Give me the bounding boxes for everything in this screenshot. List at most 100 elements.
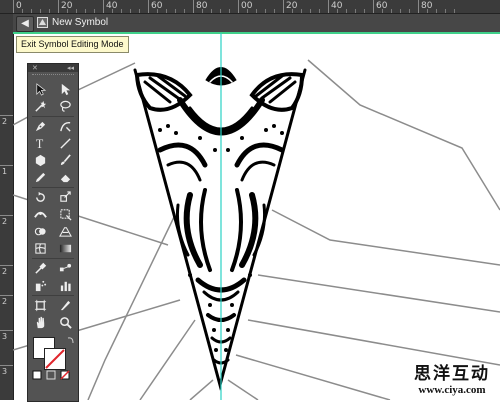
collapse-icon[interactable]: ◂◂ — [67, 64, 74, 72]
swap-fill-stroke-icon[interactable] — [67, 336, 75, 344]
ruler-minor-tick — [211, 9, 212, 13]
tool-row — [28, 81, 78, 98]
tool-row — [28, 118, 78, 135]
direct-selection-tool[interactable] — [56, 82, 76, 98]
lasso-tool[interactable] — [56, 99, 76, 115]
ruler-major-tick — [283, 0, 284, 13]
type-icon: T — [36, 137, 44, 150]
ruler-minor-tick — [265, 9, 266, 13]
perspective-grid-tool[interactable] — [56, 224, 76, 240]
ruler-major-tick — [0, 330, 13, 331]
ruler-major-tick — [238, 0, 239, 13]
ruler-minor-tick — [256, 9, 257, 13]
tool-row — [28, 206, 78, 223]
scale-tool[interactable] — [56, 190, 76, 206]
blend-tool[interactable] — [56, 261, 76, 277]
paintbrush-tool[interactable] — [56, 153, 76, 169]
ruler-minor-tick — [364, 9, 365, 13]
ruler-minor-tick — [445, 9, 446, 13]
ruler-label: 2 — [2, 217, 8, 226]
ruler-minor-tick — [40, 9, 41, 13]
mesh-icon — [35, 243, 46, 254]
tool-grid: T — [28, 81, 78, 331]
ruler-minor-tick — [94, 9, 95, 13]
zoom-icon — [60, 317, 72, 329]
magic-wand-tool[interactable] — [31, 99, 51, 115]
close-icon[interactable]: ✕ — [32, 64, 38, 72]
eyedropper-tool[interactable] — [31, 261, 51, 277]
tool-separator — [32, 116, 74, 117]
ruler-minor-tick — [175, 9, 176, 13]
stroke-swatch[interactable] — [44, 348, 66, 370]
ruler-minor-tick — [139, 9, 140, 13]
ruler-minor-tick — [67, 9, 68, 13]
ruler-minor-tick — [229, 9, 230, 13]
tools-panel[interactable]: ✕ ◂◂ T — [27, 63, 79, 402]
hand-icon — [36, 316, 45, 329]
pen-tool[interactable] — [31, 119, 51, 135]
rectangle-tool[interactable] — [31, 153, 51, 169]
curvature-tool[interactable] — [56, 119, 76, 135]
ruler-major-tick — [0, 165, 13, 166]
artboard-canvas[interactable] — [13, 33, 500, 400]
slice-icon — [60, 300, 71, 311]
artboard-icon — [34, 299, 47, 312]
gradient-tool[interactable] — [56, 241, 76, 257]
pen-icon — [35, 121, 46, 132]
tools-panel-header[interactable]: ✕ ◂◂ — [28, 64, 78, 72]
ruler-minor-tick — [112, 9, 113, 13]
vertical-ruler[interactable]: 2 1 2 2 2 3 3 — [0, 14, 14, 400]
watermark: 思洋互动 www.ciya.com — [414, 359, 490, 396]
ruler-major-tick — [0, 365, 13, 366]
tool-row — [28, 314, 78, 331]
tool-row — [28, 189, 78, 206]
symbol-artwork — [133, 67, 307, 391]
selection-icon — [36, 83, 47, 96]
column-graph-icon — [60, 281, 71, 292]
ruler-major-tick — [0, 295, 13, 296]
ruler-major-tick — [58, 0, 59, 13]
width-tool[interactable] — [31, 207, 51, 223]
ruler-minor-tick — [382, 9, 383, 13]
ruler-minor-tick — [409, 9, 410, 13]
selection-tool[interactable] — [31, 82, 51, 98]
column-graph-tool[interactable] — [56, 278, 76, 294]
ruler-minor-tick — [157, 9, 158, 13]
ruler-minor-tick — [301, 9, 302, 13]
eraser-tool[interactable] — [56, 170, 76, 186]
hand-tool[interactable] — [31, 315, 51, 331]
paintbrush-icon — [60, 154, 71, 166]
line-segment-icon — [60, 138, 71, 149]
line-segment-tool[interactable] — [56, 136, 76, 152]
watermark-url: www.ciya.com — [418, 384, 486, 396]
ruler-minor-tick — [184, 9, 185, 13]
free-transform-tool[interactable] — [56, 207, 76, 223]
gradient-mode-icon — [46, 370, 56, 380]
slice-tool[interactable] — [56, 298, 76, 314]
ruler-minor-tick — [202, 9, 203, 13]
ruler-minor-tick — [337, 9, 338, 13]
width-icon — [34, 211, 47, 218]
artboard-tool[interactable] — [31, 298, 51, 314]
pencil-tool[interactable] — [31, 170, 51, 186]
ruler-label: 2 — [2, 297, 8, 306]
tool-row: T — [28, 135, 78, 152]
mesh-tool[interactable] — [31, 241, 51, 257]
symbol-sprayer-tool[interactable] — [31, 278, 51, 294]
symbol-name-label[interactable]: New Symbol — [52, 16, 108, 30]
isolation-mode-bar: ◀ New Symbol — [13, 14, 500, 34]
ruler-minor-tick — [454, 9, 455, 13]
horizontal-ruler[interactable]: 0 20 40 60 80 00 20 40 60 80 — [0, 0, 500, 14]
shape-builder-tool[interactable] — [31, 224, 51, 240]
exit-isolation-back-button[interactable]: ◀ — [16, 16, 34, 32]
type-tool[interactable]: T — [31, 136, 51, 152]
tool-separator — [32, 258, 74, 259]
ruler-minor-tick — [130, 9, 131, 13]
curvature-icon — [60, 122, 71, 132]
pencil-icon — [35, 172, 46, 183]
ruler-minor-tick — [31, 9, 32, 13]
rotate-tool[interactable] — [31, 190, 51, 206]
zoom-tool[interactable] — [56, 315, 76, 331]
panel-grip[interactable] — [32, 74, 74, 79]
tool-row — [28, 98, 78, 115]
